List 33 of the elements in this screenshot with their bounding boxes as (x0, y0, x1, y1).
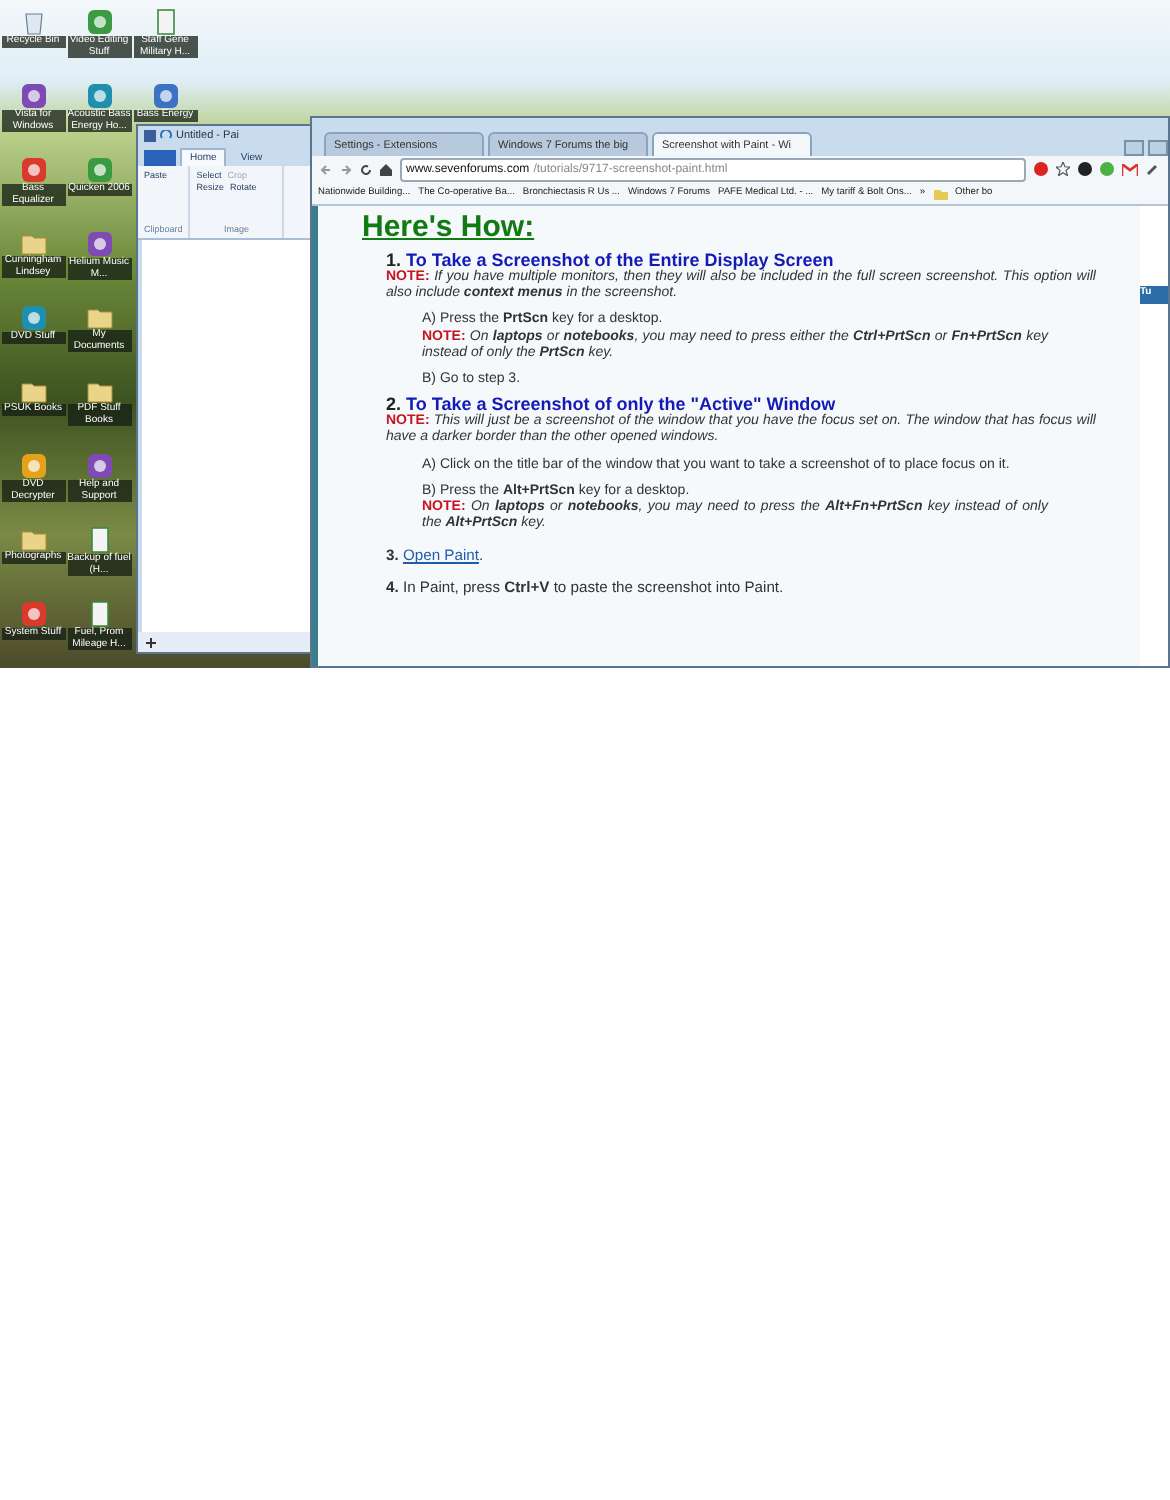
recycle-bin-icon (21, 8, 45, 36)
document-icon (87, 526, 111, 554)
program-icon (19, 304, 47, 332)
program-icon (151, 82, 179, 110)
program-icon (19, 452, 47, 480)
undo-icon[interactable] (160, 130, 172, 142)
back-icon[interactable] (320, 163, 332, 175)
forward-icon[interactable] (340, 163, 352, 175)
program-icon (85, 82, 113, 110)
step-title: 2. To Take a Screenshot of only the "Active" Window (386, 394, 836, 415)
program-icon (85, 230, 113, 258)
folder-icon (85, 304, 113, 330)
program-icon (85, 8, 113, 36)
folder-icon (19, 378, 47, 404)
program-icon (85, 452, 113, 480)
folder-icon (19, 230, 47, 256)
document-icon (87, 600, 111, 628)
folder-icon (19, 526, 47, 552)
star-icon[interactable] (1056, 162, 1070, 176)
folder-icon (933, 187, 948, 199)
folder-icon (85, 378, 113, 404)
stop-icon[interactable] (1034, 162, 1048, 176)
mail-icon[interactable] (1122, 163, 1138, 175)
program-icon (19, 82, 47, 110)
step-title: 1. To Take a Screenshot of the Entire Display Screen (386, 250, 834, 270)
page-heading: Here's How: (362, 210, 537, 244)
plus-icon (146, 637, 156, 647)
program-icon (19, 600, 47, 628)
home-icon[interactable] (380, 163, 392, 175)
reload-icon[interactable] (360, 163, 372, 175)
document-icon (153, 8, 177, 36)
program-icon (19, 156, 47, 184)
program-icon (85, 156, 113, 184)
